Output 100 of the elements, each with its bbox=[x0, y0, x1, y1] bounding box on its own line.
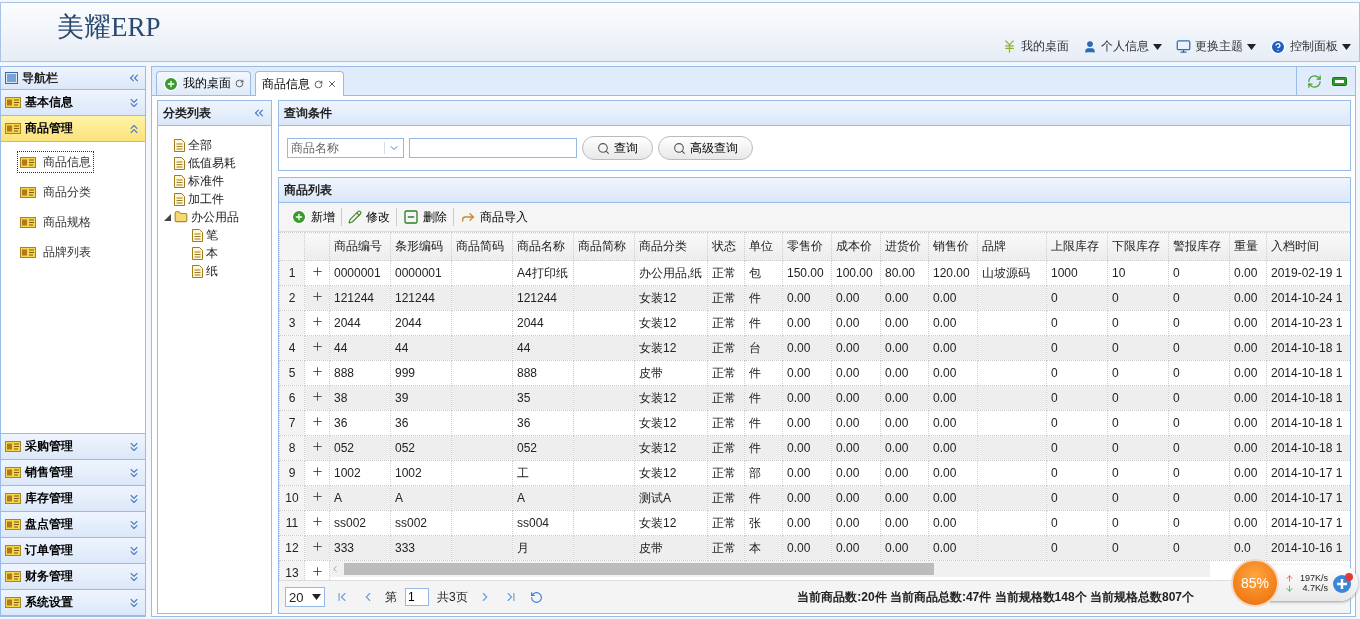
tab[interactable]: 商品信息 bbox=[255, 71, 344, 96]
accordion-header[interactable]: 库存管理 bbox=[1, 486, 145, 512]
table-cell: 0.00 bbox=[1229, 460, 1267, 486]
tree-item[interactable]: 加工件 bbox=[174, 190, 271, 208]
tree-label[interactable]: 全部 bbox=[188, 136, 212, 154]
accordion-header[interactable]: 销售管理 bbox=[1, 460, 145, 486]
column-header[interactable]: 警报库存 bbox=[1168, 232, 1230, 261]
column-header[interactable]: 成本价 bbox=[831, 232, 881, 261]
tab[interactable]: 我的桌面 bbox=[156, 71, 251, 95]
expand-icon[interactable] bbox=[310, 490, 324, 503]
toolbar-button[interactable]: 商品导入 bbox=[454, 208, 534, 226]
tree-item[interactable]: 标准件 bbox=[174, 172, 271, 190]
expand-icon[interactable] bbox=[310, 315, 324, 328]
expand-icon[interactable] bbox=[310, 515, 324, 528]
tree-label[interactable]: 笔 bbox=[206, 226, 218, 244]
expand-icon[interactable] bbox=[310, 440, 324, 453]
table-cell: 0 bbox=[1107, 335, 1169, 361]
accordion-header[interactable]: 订单管理 bbox=[1, 538, 145, 564]
top-menu-link[interactable]: 控制面板 bbox=[1270, 38, 1351, 55]
nav-item[interactable]: 商品规格 bbox=[17, 211, 94, 233]
expand-icon[interactable] bbox=[310, 540, 324, 553]
table-cell: 888 bbox=[512, 360, 574, 386]
expand-icon[interactable] bbox=[310, 465, 324, 478]
column-header[interactable]: 零售价 bbox=[782, 232, 832, 261]
expand-icon[interactable] bbox=[310, 265, 324, 278]
tree-item[interactable]: 全部 bbox=[174, 136, 271, 154]
top-menu-link[interactable]: 个人信息 bbox=[1083, 38, 1162, 55]
expand-icon[interactable] bbox=[310, 365, 324, 378]
reload-icon[interactable] bbox=[529, 590, 543, 604]
search-button[interactable]: 查询 bbox=[582, 136, 653, 160]
table-cell: 山坡源码 bbox=[977, 260, 1047, 286]
expand-icon[interactable] bbox=[310, 415, 324, 428]
column-header[interactable]: 重量 bbox=[1229, 232, 1267, 261]
page-input[interactable]: 1 bbox=[405, 588, 429, 606]
accordion-header[interactable]: 财务管理 bbox=[1, 564, 145, 590]
refresh-icon[interactable] bbox=[314, 79, 323, 89]
column-header[interactable]: 品牌 bbox=[977, 232, 1047, 261]
nav-item[interactable]: 商品分类 bbox=[17, 181, 94, 203]
table-cell: 0.00 bbox=[880, 535, 929, 561]
accordion-header[interactable]: 基本信息 bbox=[1, 90, 145, 116]
tree-label[interactable]: 加工件 bbox=[188, 190, 224, 208]
tree-label[interactable]: 本 bbox=[206, 244, 218, 262]
toolbar-button[interactable]: 删除 bbox=[397, 208, 453, 226]
column-header[interactable]: 商品编号 bbox=[329, 232, 391, 261]
collapse-icon[interactable] bbox=[127, 71, 141, 85]
expand-icon[interactable] bbox=[310, 390, 324, 403]
column-header[interactable]: 商品简称 bbox=[573, 232, 635, 261]
expand-icon[interactable] bbox=[310, 565, 324, 578]
nav-item[interactable]: 品牌列表 bbox=[17, 241, 94, 263]
toolbar-button[interactable]: 修改 bbox=[342, 208, 396, 226]
column-header[interactable]: 上限库存 bbox=[1046, 232, 1108, 261]
toolbar-button[interactable]: 新增 bbox=[285, 208, 341, 226]
search-input[interactable] bbox=[409, 138, 577, 158]
column-header[interactable]: 状态 bbox=[707, 232, 745, 261]
horizontal-scrollbar[interactable] bbox=[330, 561, 1210, 577]
expand-icon[interactable] bbox=[310, 340, 324, 353]
column-header[interactable]: 销售价 bbox=[928, 232, 978, 261]
table-cell: 0.00 bbox=[782, 535, 832, 561]
column-header[interactable]: 下限库存 bbox=[1107, 232, 1169, 261]
collapse-icon[interactable] bbox=[252, 106, 266, 120]
search-button[interactable]: 高级查询 bbox=[658, 136, 753, 160]
column-header[interactable]: 商品简码 bbox=[451, 232, 513, 261]
table-cell: 0 bbox=[1046, 435, 1108, 461]
top-menu-link[interactable]: 更换主题 bbox=[1176, 38, 1256, 55]
column-header[interactable]: 条形编码 bbox=[390, 232, 452, 261]
table-cell: 0.00 bbox=[782, 510, 832, 536]
tree-label[interactable]: 低值易耗 bbox=[188, 154, 236, 172]
tree-item[interactable]: 办公用品 bbox=[174, 208, 271, 226]
table-cell: 本 bbox=[744, 535, 783, 561]
expand-triangle-icon[interactable] bbox=[164, 213, 171, 221]
accordion-header[interactable]: 盘点管理 bbox=[1, 512, 145, 538]
close-icon[interactable] bbox=[327, 79, 337, 89]
nav-item[interactable]: 商品信息 bbox=[17, 151, 94, 173]
tree-label[interactable]: 办公用品 bbox=[191, 208, 239, 226]
refresh-icon[interactable] bbox=[1307, 73, 1322, 89]
column-header[interactable]: 商品名称 bbox=[512, 232, 574, 261]
page-size-select[interactable]: 20 bbox=[285, 587, 325, 607]
tree-label[interactable]: 标准件 bbox=[188, 172, 224, 190]
scrollbar-thumb[interactable] bbox=[344, 563, 934, 575]
tree-item[interactable]: 本 bbox=[192, 244, 271, 262]
file-icon bbox=[174, 174, 185, 188]
accordion-header[interactable]: 采购管理 bbox=[1, 434, 145, 460]
tree-item[interactable]: 笔 bbox=[192, 226, 271, 244]
column-header[interactable]: 进货价 bbox=[880, 232, 929, 261]
tree-item[interactable]: 低值易耗 bbox=[174, 154, 271, 172]
refresh-icon[interactable] bbox=[235, 79, 244, 88]
top-menu-link[interactable]: 我的桌面 bbox=[1002, 38, 1069, 55]
field-select[interactable]: 商品名称 bbox=[287, 138, 404, 158]
table-cell: 0.00 bbox=[1229, 410, 1267, 436]
minimize-icon[interactable] bbox=[1332, 76, 1347, 86]
accordion-header[interactable]: 商品管理 bbox=[1, 116, 145, 142]
column-header[interactable]: 入档时间 bbox=[1266, 232, 1350, 261]
accordion-header[interactable]: 系统设置 bbox=[1, 590, 145, 616]
column-header[interactable]: 商品分类 bbox=[634, 232, 708, 261]
table-cell: 0 bbox=[1107, 435, 1169, 461]
tree-label[interactable]: 纸 bbox=[206, 262, 218, 280]
plus-badge-icon[interactable] bbox=[1332, 572, 1354, 594]
column-header[interactable]: 单位 bbox=[744, 232, 783, 261]
tree-item[interactable]: 纸 bbox=[192, 262, 271, 280]
expand-icon[interactable] bbox=[310, 290, 324, 303]
